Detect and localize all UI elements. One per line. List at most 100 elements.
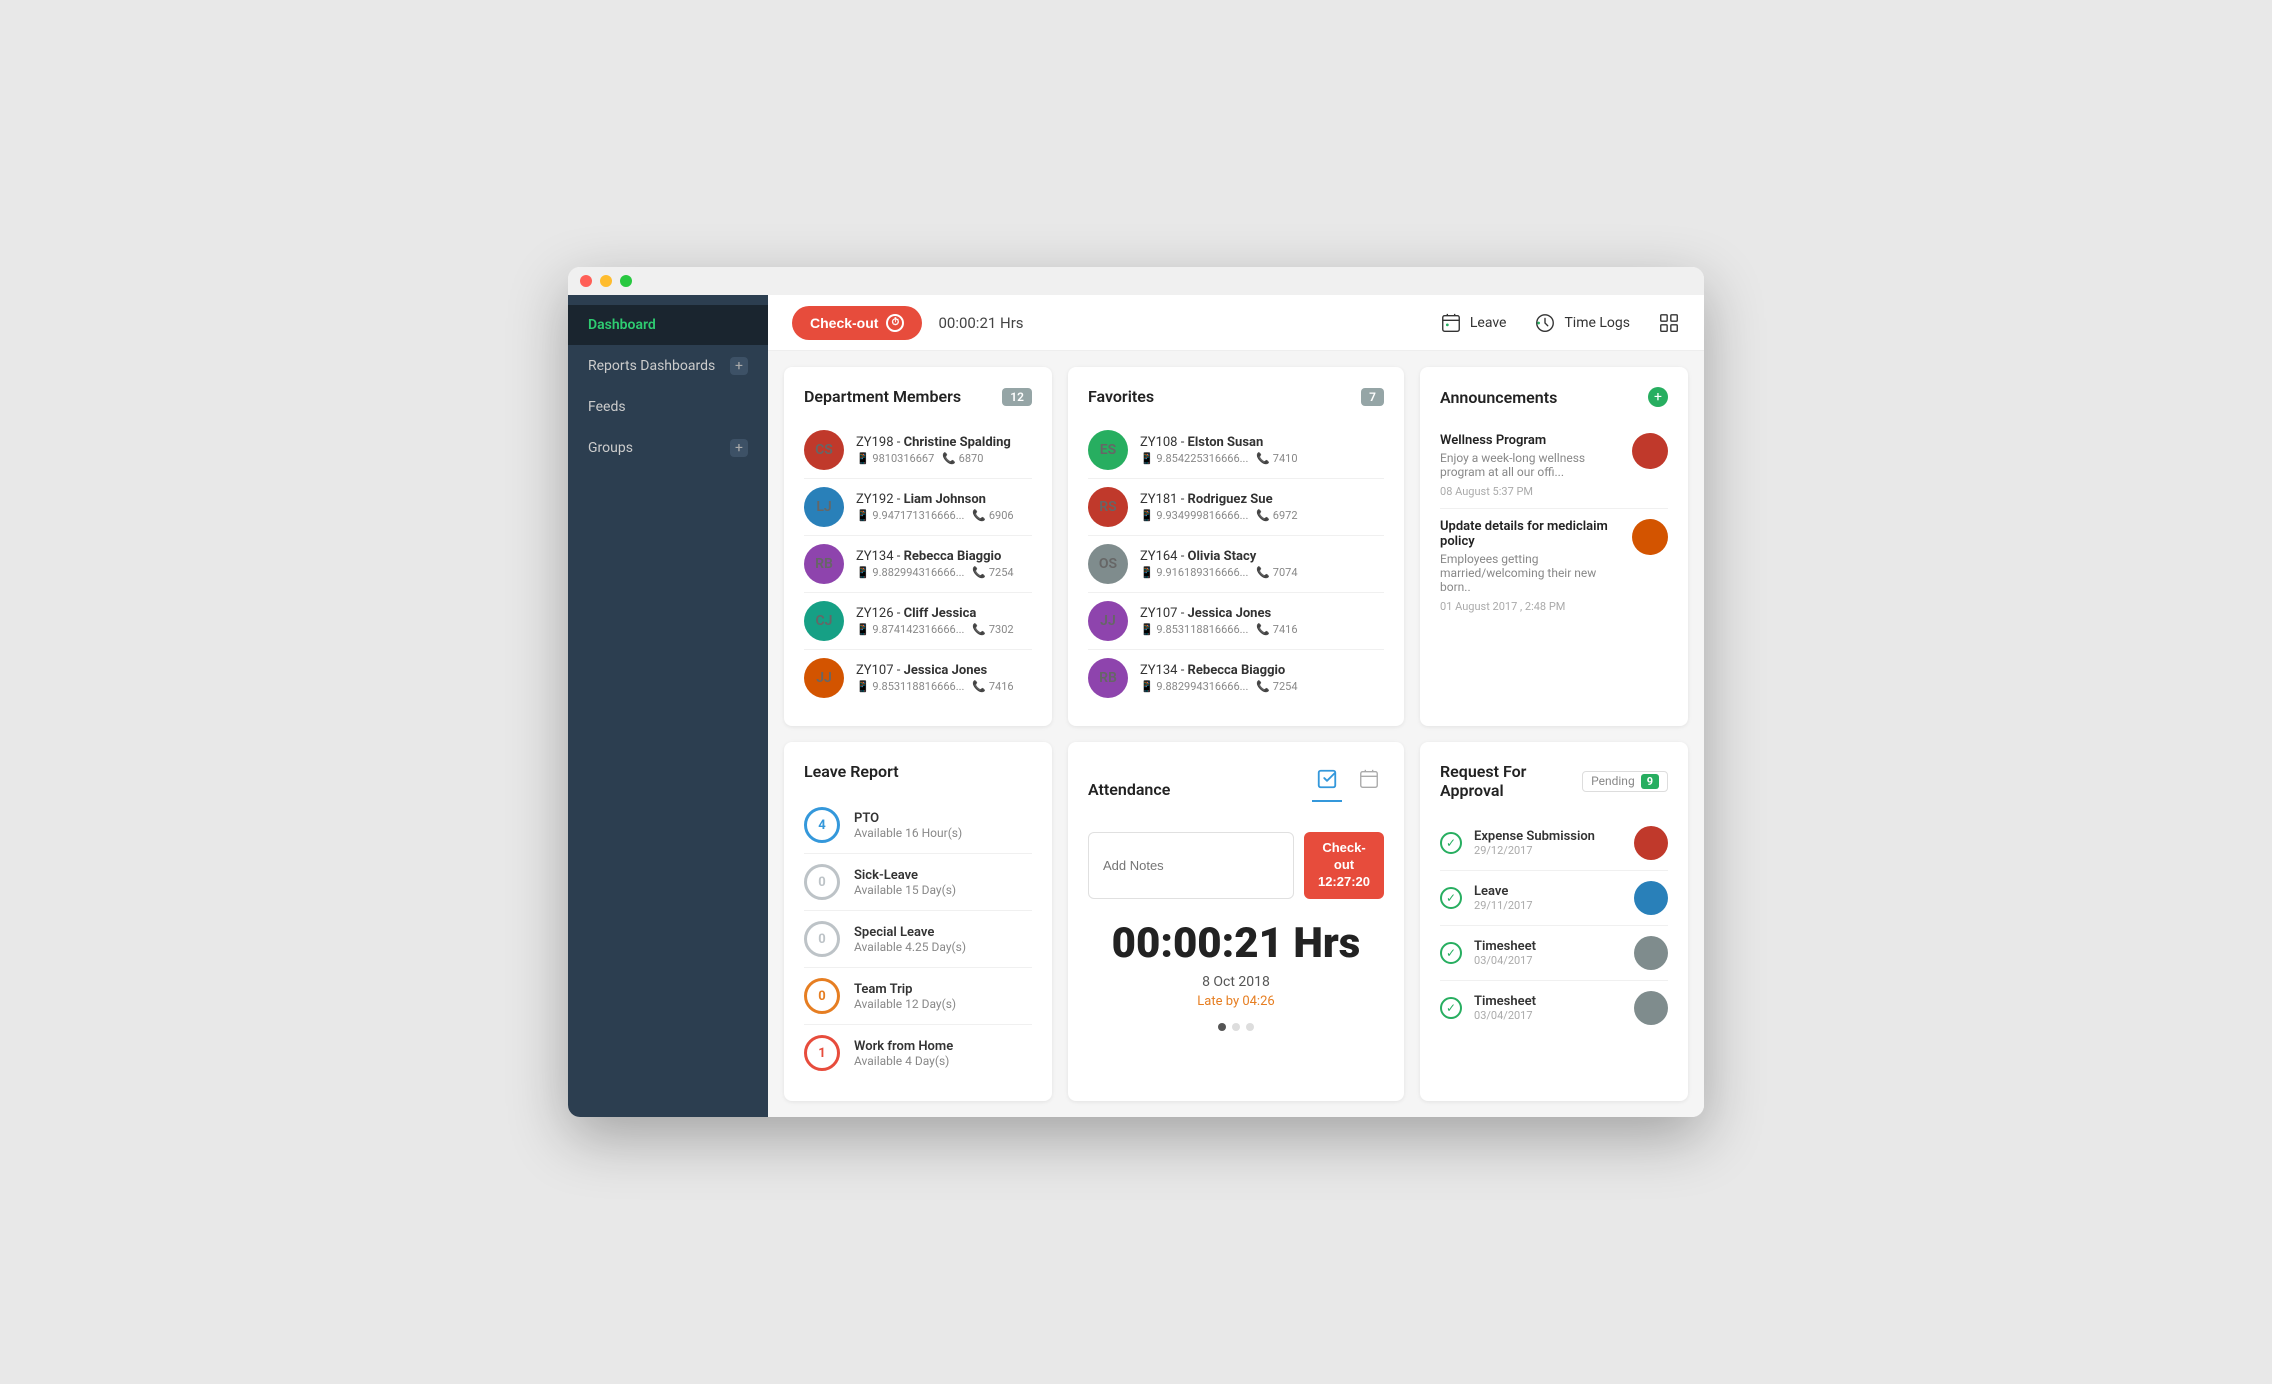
member-item[interactable]: CS ZY198 - Christine Spalding 📱 98103166… <box>804 422 1032 479</box>
approval-item[interactable]: ✓ Timesheet 03/04/2017 <box>1440 926 1668 981</box>
sidebar-label-reports: Reports Dashboards <box>588 358 715 374</box>
leave-report-card: Leave Report 4 PTO Available 16 Hour(s) … <box>784 742 1052 1101</box>
leave-name: PTO <box>854 811 1032 826</box>
checkout-button[interactable]: Check-out ⏱ <box>792 306 922 340</box>
sidebar: Dashboard Reports Dashboards + Feeds Gro… <box>568 295 768 1117</box>
add-announcement-icon[interactable]: + <box>1648 387 1668 407</box>
approval-date: 29/12/2017 <box>1474 844 1622 857</box>
favorite-item[interactable]: OS ZY164 - Olivia Stacy 📱 9.916189316666… <box>1088 536 1384 593</box>
app-body: Dashboard Reports Dashboards + Feeds Gro… <box>568 295 1704 1117</box>
header-right: Leave Time Logs <box>1440 312 1680 334</box>
request-approval-header: Request For Approval Pending 9 <box>1440 762 1668 800</box>
sidebar-item-reports[interactable]: Reports Dashboards + <box>568 345 768 387</box>
member-item[interactable]: JJ ZY107 - Jessica Jones 📱 9.85311881666… <box>804 650 1032 706</box>
leave-info: Team Trip Available 12 Day(s) <box>854 982 1032 1011</box>
dot[interactable] <box>1218 1023 1226 1031</box>
favorite-item[interactable]: ES ZY108 - Elston Susan 📱 9.854225316666… <box>1088 422 1384 479</box>
member-contact: 📱 9.853118816666... 📞 7416 <box>856 680 1032 693</box>
timelogs-label: Time Logs <box>1564 315 1630 331</box>
approval-item[interactable]: ✓ Timesheet 03/04/2017 <box>1440 981 1668 1035</box>
notes-row: Check-out 12:27:20 <box>1088 832 1384 899</box>
checkout-btn-time: 12:27:20 <box>1318 874 1370 891</box>
attendance-date: 8 Oct 2018 <box>1088 974 1384 990</box>
member-info: ZY134 - Rebecca Biaggio 📱 9.882994316666… <box>856 549 1032 579</box>
leave-item: 0 Team Trip Available 12 Day(s) <box>804 968 1032 1025</box>
sidebar-item-groups[interactable]: Groups + <box>568 427 768 469</box>
approval-info: Leave 29/11/2017 <box>1474 884 1622 912</box>
grid-icon <box>1658 312 1680 334</box>
announcement-avatar <box>1632 519 1668 555</box>
member-name: ZY198 - Christine Spalding <box>856 435 1032 450</box>
announcement-desc: Enjoy a week-long wellness program at al… <box>1440 451 1622 479</box>
approval-avatar <box>1634 881 1668 915</box>
content-grid: Department Members 12 CS ZY198 - Christi… <box>768 351 1704 1117</box>
checkout-btn-label: Check-out <box>1318 840 1370 874</box>
member-item[interactable]: RB ZY134 - Rebecca Biaggio 📱 9.882994316… <box>804 536 1032 593</box>
attendance-title: Attendance <box>1088 780 1170 799</box>
approval-item[interactable]: ✓ Leave 29/11/2017 <box>1440 871 1668 926</box>
leave-report-header: Leave Report <box>804 762 1032 781</box>
announcement-item: Wellness Program Enjoy a week-long welln… <box>1440 423 1668 509</box>
member-info: ZY108 - Elston Susan 📱 9.854225316666...… <box>1140 435 1384 465</box>
attendance-tab-list[interactable] <box>1312 762 1342 802</box>
sidebar-item-feeds[interactable]: Feeds <box>568 387 768 427</box>
member-contact: 📱 9.874142316666... 📞 7302 <box>856 623 1032 636</box>
attendance-tab-calendar[interactable] <box>1354 762 1384 802</box>
header-time: 00:00:21 Hrs <box>938 314 1023 332</box>
leave-name: Special Leave <box>854 925 1032 940</box>
favorite-item[interactable]: JJ ZY107 - Jessica Jones 📱 9.85311881666… <box>1088 593 1384 650</box>
approval-info: Expense Submission 29/12/2017 <box>1474 829 1622 857</box>
announcement-text: Wellness Program Enjoy a week-long welln… <box>1440 433 1622 498</box>
announcement-title: Update details for mediclaim policy <box>1440 519 1622 549</box>
department-members-count: 12 <box>1002 388 1032 406</box>
leave-name: Work from Home <box>854 1039 1032 1054</box>
leave-report-title: Leave Report <box>804 762 899 781</box>
attendance-header: Attendance <box>1088 762 1384 816</box>
attendance-tabs <box>1312 762 1384 802</box>
favorite-item[interactable]: RS ZY181 - Rodriguez Sue 📱 9.93499981666… <box>1088 479 1384 536</box>
minimize-dot[interactable] <box>600 275 612 287</box>
approval-item[interactable]: ✓ Expense Submission 29/12/2017 <box>1440 816 1668 871</box>
favorites-list: ES ZY108 - Elston Susan 📱 9.854225316666… <box>1088 422 1384 706</box>
leave-circle-pto: 4 <box>804 807 840 843</box>
sidebar-label-groups: Groups <box>588 440 633 456</box>
member-info: ZY107 - Jessica Jones 📱 9.853118816666..… <box>1140 606 1384 636</box>
member-info: ZY126 - Cliff Jessica 📱 9.874142316666..… <box>856 606 1032 636</box>
app-window: Dashboard Reports Dashboards + Feeds Gro… <box>568 267 1704 1117</box>
member-name: ZY192 - Liam Johnson <box>856 492 1032 507</box>
dot[interactable] <box>1246 1023 1254 1031</box>
favorite-item[interactable]: RB ZY134 - Rebecca Biaggio 📱 9.882994316… <box>1088 650 1384 706</box>
member-info: ZY134 - Rebecca Biaggio 📱 9.882994316666… <box>1140 663 1384 693</box>
avatar: JJ <box>1088 601 1128 641</box>
timelogs-nav[interactable]: Time Logs <box>1534 312 1630 334</box>
announcements-card: Announcements + Wellness Program Enjoy a… <box>1420 367 1688 726</box>
leave-info: Special Leave Available 4.25 Day(s) <box>854 925 1032 954</box>
sidebar-item-dashboard[interactable]: Dashboard <box>568 305 768 345</box>
notes-input[interactable] <box>1088 832 1294 899</box>
announcement-text: Update details for mediclaim policy Empl… <box>1440 519 1622 613</box>
grid-nav[interactable] <box>1658 312 1680 334</box>
checkout-action-button[interactable]: Check-out 12:27:20 <box>1304 832 1384 899</box>
leave-nav[interactable]: Leave <box>1440 312 1507 334</box>
check-icon: ✓ <box>1440 942 1462 964</box>
leave-item: 4 PTO Available 16 Hour(s) <box>804 797 1032 854</box>
dot[interactable] <box>1232 1023 1240 1031</box>
favorites-count: 7 <box>1361 388 1384 406</box>
member-item[interactable]: LJ ZY192 - Liam Johnson 📱 9.947171316666… <box>804 479 1032 536</box>
member-item[interactable]: CJ ZY126 - Cliff Jessica 📱 9.87414231666… <box>804 593 1032 650</box>
member-name: ZY134 - Rebecca Biaggio <box>1140 663 1384 678</box>
approval-avatar <box>1634 991 1668 1025</box>
reports-add-icon[interactable]: + <box>730 357 748 375</box>
maximize-dot[interactable] <box>620 275 632 287</box>
member-name: ZY108 - Elston Susan <box>1140 435 1384 450</box>
check-icon: ✓ <box>1440 887 1462 909</box>
leave-info: Sick-Leave Available 15 Day(s) <box>854 868 1032 897</box>
announcement-item: Update details for mediclaim policy Empl… <box>1440 509 1668 623</box>
groups-add-icon[interactable]: + <box>730 439 748 457</box>
leave-avail: Available 15 Day(s) <box>854 883 1032 897</box>
pending-label: Pending <box>1591 774 1635 788</box>
close-dot[interactable] <box>580 275 592 287</box>
member-name: ZY164 - Olivia Stacy <box>1140 549 1384 564</box>
member-contact: 📱 9.853118816666... 📞 7416 <box>1140 623 1384 636</box>
avatar: RS <box>1088 487 1128 527</box>
